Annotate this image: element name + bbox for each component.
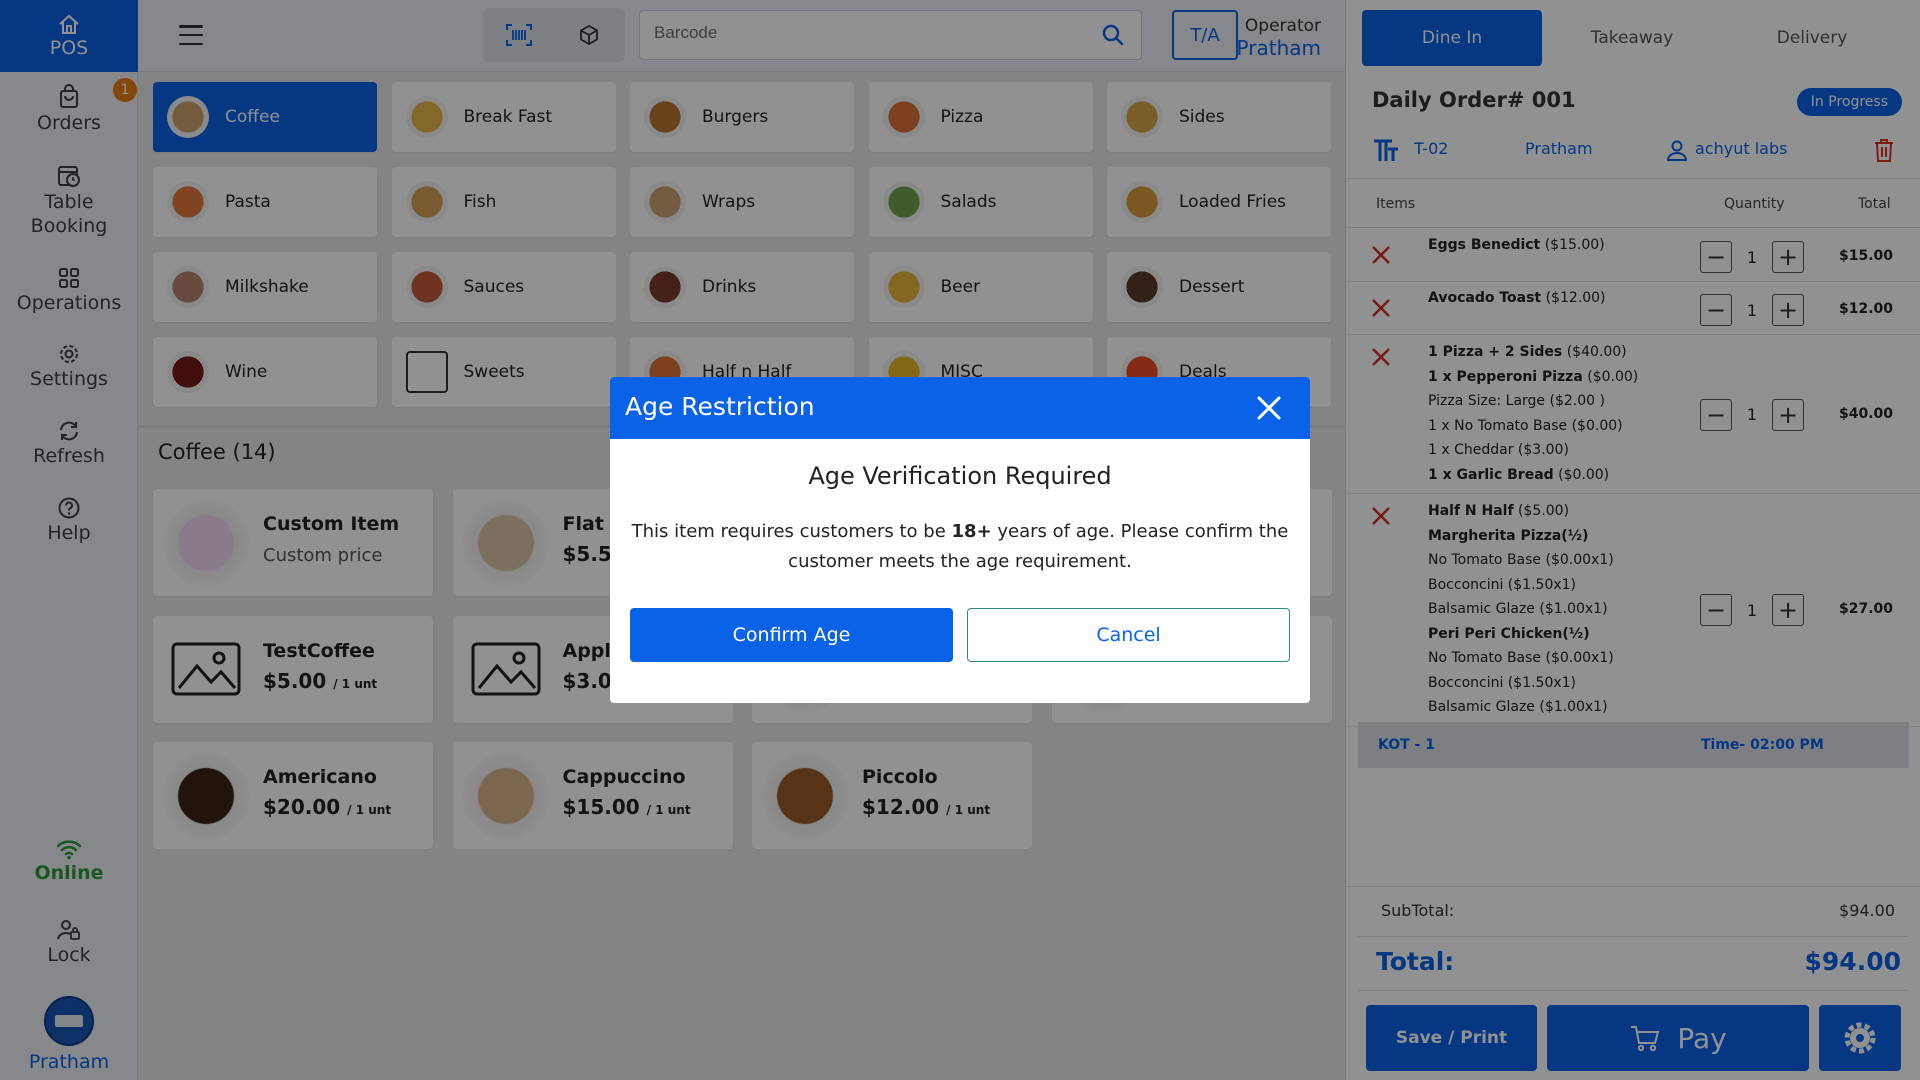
cancel-label: Cancel <box>1096 624 1161 646</box>
confirm-age-label: Confirm Age <box>732 624 851 646</box>
dialog-message: This item requires customers to be 18+ y… <box>630 517 1290 577</box>
confirm-age-button[interactable]: Confirm Age <box>630 608 953 662</box>
dialog-header: Age Restriction <box>610 377 1310 439</box>
close-icon[interactable] <box>1254 393 1284 423</box>
cancel-button[interactable]: Cancel <box>967 608 1290 662</box>
age-restriction-dialog: Age Restriction Age Verification Require… <box>610 377 1310 703</box>
message-age: 18+ <box>951 521 992 542</box>
dialog-heading: Age Verification Required <box>808 462 1112 490</box>
message-pre: This item requires customers to be <box>631 521 952 542</box>
dialog-title: Age Restriction <box>625 392 815 421</box>
